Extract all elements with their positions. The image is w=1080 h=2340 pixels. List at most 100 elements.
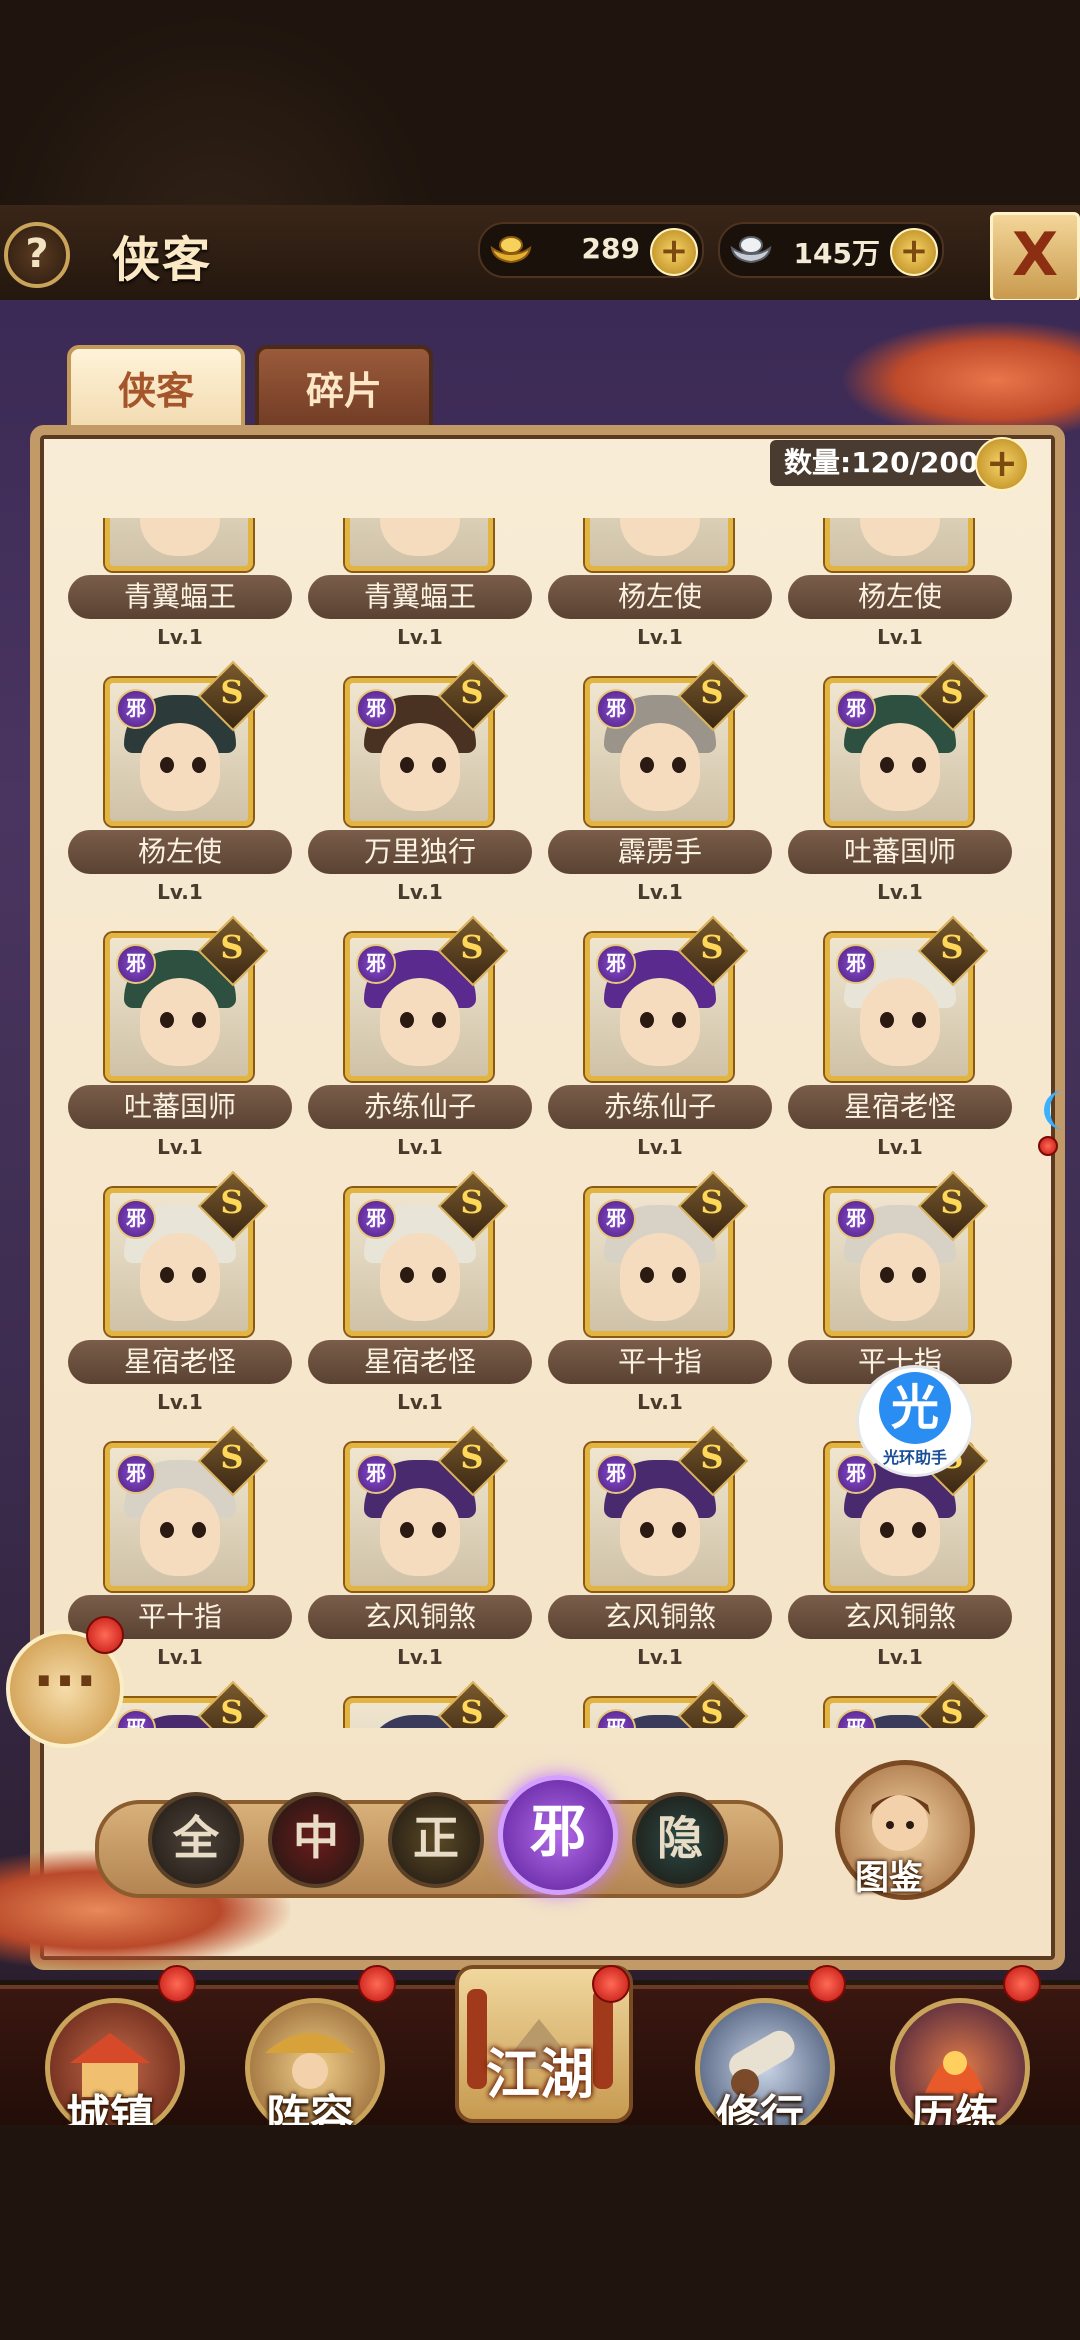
filter-all[interactable]: 全 <box>148 1792 244 1888</box>
hero-card[interactable]: 青翼蝠王 Lv.1 <box>300 518 540 678</box>
hero-card[interactable]: 杨左使 Lv.1 <box>780 518 1020 678</box>
hero-portrait: 邪S <box>585 915 749 1081</box>
hero-eye <box>432 1522 446 1538</box>
faction-badge: 邪 <box>116 1709 156 1728</box>
tab-heroes[interactable]: 侠客 <box>67 345 245 434</box>
hero-card[interactable]: 青翼蝠王 Lv.1 <box>60 518 300 678</box>
hero-portrait <box>105 518 253 571</box>
add-silver-button[interactable]: + <box>890 228 938 276</box>
hero-eye <box>160 1522 174 1538</box>
hero-card[interactable]: 邪S玄风铜煞Lv.1 <box>300 1425 540 1698</box>
grade-label: S <box>220 1183 244 1222</box>
faction-badge: 邪 <box>116 1199 156 1239</box>
hero-level: Lv.1 <box>397 1135 443 1159</box>
hero-face <box>380 518 460 556</box>
faction-badge: 邪 <box>596 1199 636 1239</box>
gold-ingot-icon <box>490 236 532 264</box>
close-button[interactable]: X <box>990 212 1080 302</box>
faction-badge: 邪 <box>116 1454 156 1494</box>
hero-portrait: 邪S <box>345 660 509 826</box>
grade-label: S <box>220 1693 244 1728</box>
hero-card[interactable]: 邪 S 星宿老怪 Lv.1 <box>300 1170 540 1443</box>
hero-level: Lv.1 <box>877 625 923 649</box>
hero-level: Lv.1 <box>397 880 443 904</box>
hero-eye <box>880 1012 894 1028</box>
hero-eye <box>400 1522 414 1538</box>
hero-card[interactable]: 邪S玄风铜煞Lv.1 <box>540 1425 780 1698</box>
tab-fragments[interactable]: 碎片 <box>255 345 433 434</box>
faction-badge: 邪 <box>836 1709 876 1728</box>
grade-label: S <box>700 1183 724 1222</box>
grade-label: S <box>220 673 244 712</box>
hero-card[interactable]: S <box>300 1680 540 1728</box>
grade-label: S <box>700 673 724 712</box>
hero-level: Lv.1 <box>397 625 443 649</box>
hero-eye <box>912 1522 926 1538</box>
grade-label: S <box>700 928 724 967</box>
hero-card[interactable]: 邪 S 万里独行 Lv.1 <box>300 660 540 933</box>
hero-card[interactable]: 邪 S 星宿老怪 Lv.1 <box>60 1170 300 1443</box>
hero-portrait: 邪S <box>825 1680 989 1728</box>
hero-face <box>620 1233 700 1321</box>
hero-face <box>620 1488 700 1576</box>
hero-portrait: 邪S <box>105 1170 269 1336</box>
hero-eye <box>432 1267 446 1283</box>
hero-grid[interactable]: 青翼蝠王 Lv.1 青翼蝠王 Lv.1 杨左使 Lv.1 杨左使 Lv.1 邪 S 杨左使 Lv.1 邪… <box>60 518 1020 1728</box>
hero-card[interactable]: 邪S玄风铜煞Lv.1 <box>780 1425 1020 1698</box>
maple-tree-decoration <box>840 320 1080 440</box>
chat-notification-dot <box>86 1616 124 1654</box>
hero-portrait: 邪S <box>105 1680 269 1728</box>
expand-capacity-button[interactable]: + <box>975 437 1029 491</box>
hero-card[interactable]: 邪 S 霹雳手 Lv.1 <box>540 660 780 933</box>
hero-face <box>140 723 220 811</box>
hero-face <box>860 1488 940 1576</box>
hero-card[interactable]: 邪 S 吐蕃国师 Lv.1 <box>780 660 1020 933</box>
bottom-letterbox <box>0 2125 1080 2340</box>
silver-ingot-icon <box>730 236 772 264</box>
hero-eye <box>880 757 894 773</box>
faction-badge: 邪 <box>356 1454 396 1494</box>
hero-name: 吐蕃国师 <box>788 830 1012 874</box>
halo-helper-button[interactable]: 光 光环助手 <box>856 1365 974 1477</box>
hero-eye <box>672 757 686 773</box>
faction-badge: 邪 <box>836 944 876 984</box>
hero-eye <box>640 1012 654 1028</box>
filter-neutral[interactable]: 中 <box>268 1792 364 1888</box>
hero-card[interactable]: 邪S平十指Lv.1 <box>540 1170 780 1443</box>
hero-face <box>380 1488 460 1576</box>
hero-level: Lv.1 <box>877 1645 923 1669</box>
hero-face <box>140 1488 220 1576</box>
hero-eye <box>192 757 206 773</box>
hero-name: 星宿老怪 <box>308 1340 532 1384</box>
hero-name: 杨左使 <box>548 575 772 619</box>
filter-hidden[interactable]: 隐 <box>632 1792 728 1888</box>
help-button[interactable]: ? <box>4 222 70 288</box>
hero-card[interactable]: 杨左使 Lv.1 <box>540 518 780 678</box>
hero-portrait <box>585 518 733 571</box>
hero-card[interactable]: 邪 S 赤练仙子 Lv.1 <box>540 915 780 1188</box>
atlas-label: 图鉴 <box>855 1858 923 1898</box>
hero-level: Lv.1 <box>637 1135 683 1159</box>
faction-badge: 邪 <box>836 689 876 729</box>
hero-eye <box>400 1267 414 1283</box>
filter-evil[interactable]: 邪 <box>498 1775 618 1895</box>
grade-label: S <box>460 1438 484 1477</box>
hero-face <box>140 978 220 1066</box>
hero-card[interactable]: 邪 S 赤练仙子 Lv.1 <box>300 915 540 1188</box>
filter-righteous[interactable]: 正 <box>388 1792 484 1888</box>
hero-card[interactable]: 邪 S 星宿老怪 Lv.1 <box>780 915 1020 1188</box>
hero-face <box>860 518 940 556</box>
hero-card[interactable]: 邪S <box>540 1680 780 1728</box>
hero-face <box>380 978 460 1066</box>
add-gold-button[interactable]: + <box>650 228 698 276</box>
grade-label: S <box>940 1183 964 1222</box>
hero-card[interactable]: 邪 S 杨左使 Lv.1 <box>60 660 300 933</box>
faction-badge: 邪 <box>596 1454 636 1494</box>
hero-portrait: 邪S <box>825 915 989 1081</box>
hero-card[interactable]: 邪S <box>780 1680 1020 1728</box>
grade-label: S <box>700 1693 724 1728</box>
hero-card[interactable]: 邪 S 吐蕃国师 Lv.1 <box>60 915 300 1188</box>
grade-label: S <box>700 1438 724 1477</box>
hero-name: 青翼蝠王 <box>308 575 532 619</box>
hero-portrait: 邪S <box>345 1425 509 1591</box>
